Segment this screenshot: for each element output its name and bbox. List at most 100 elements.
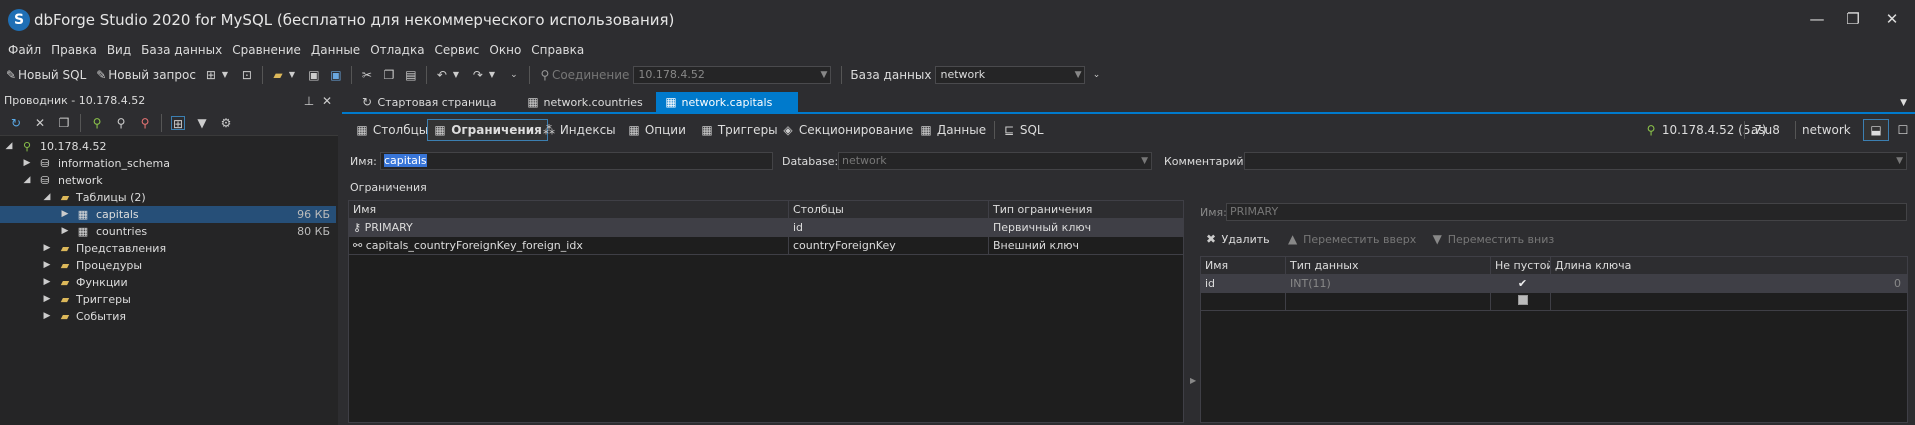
column-header-columns[interactable]: Столбцы [789,201,989,219]
disconnect-icon[interactable]: ⚲ [138,116,152,130]
menu-window[interactable]: Окно [487,40,523,60]
column-header-name[interactable]: Имя [1201,257,1286,275]
undo-button[interactable]: ↶ ▼ [431,64,467,86]
menu-edit[interactable]: Правка [49,40,99,60]
collapse-icon[interactable]: ◢ [22,172,32,189]
tree-item-functions[interactable]: ▶ ▰ Функции [0,274,336,291]
tab-columns[interactable]: ▦ Столбцы [349,119,434,141]
new-connection-icon[interactable]: ⚲ [90,116,104,130]
tab-network-countries[interactable]: ▦ network.countries [518,92,651,114]
connection-select[interactable]: 10.178.4.52 ▼ [633,66,832,84]
expand-panel-icon[interactable]: ▶ [1190,376,1196,385]
not-null-checkbox[interactable] [1491,293,1551,311]
expand-icon[interactable]: ▶ [60,223,70,240]
menu-debug[interactable]: Отладка [368,40,426,60]
menu-data[interactable]: Данные [309,40,362,60]
tree-item-events[interactable]: ▶ ▰ События [0,308,336,325]
tab-options[interactable]: ▦ Опции [621,119,692,141]
tab-indexes[interactable]: ⁂ Индексы [536,119,622,141]
close-icon[interactable]: ✕ [320,94,334,108]
tab-triggers[interactable]: ▦ Триггеры [694,119,784,141]
expand-icon[interactable]: ▶ [22,155,32,172]
database-select[interactable]: network ▼ [838,152,1152,170]
tree-item-procedures[interactable]: ▶ ▰ Процедуры [0,257,336,274]
new-object-button[interactable]: ⊞ ▼ [200,64,236,86]
new-item-button[interactable]: ⊡ [236,64,258,86]
table-name-input[interactable]: capitals [380,152,773,170]
column-header-datatype[interactable]: Тип данных [1286,257,1491,275]
tab-data[interactable]: ▦ Данные [913,119,992,141]
expand-icon[interactable]: ▶ [42,308,52,325]
refresh-icon[interactable]: ↻ [9,116,23,130]
new-sql-button[interactable]: ✎ Новый SQL [0,64,90,86]
constraint-type-cell[interactable]: Внешний ключ [989,237,1184,255]
minimize-button[interactable]: — [1802,8,1832,30]
not-null-checkbox[interactable]: ✔ [1491,275,1551,293]
key-length-cell[interactable]: 0 [1551,275,1908,293]
expand-icon[interactable]: ▶ [42,291,52,308]
menu-tools[interactable]: Сервис [433,40,482,60]
constraint-type-cell[interactable]: Первичный ключ [989,219,1184,237]
constraint-name-cell[interactable]: ⚷ PRIMARY [349,219,789,237]
column-header-notnull[interactable]: Не пустой [1491,257,1551,275]
column-header-name[interactable]: Имя [349,201,789,219]
tree-item-network[interactable]: ◢ ⛁ network [0,172,336,189]
close-button[interactable]: ✕ [1877,8,1907,30]
detail-name-input[interactable]: PRIMARY [1226,203,1907,221]
move-down-button[interactable]: ▼ Переместить вниз [1430,232,1555,246]
tree-item-information-schema[interactable]: ▶ ⛁ information_schema [0,155,336,172]
database-select[interactable]: network ▼ [935,66,1086,84]
toolbar-options-button[interactable]: ⌄ [503,64,525,86]
connect-icon[interactable]: ⚲ [114,116,128,130]
tree-item-triggers[interactable]: ▶ ▰ Триггеры [0,291,336,308]
column-header-keylength[interactable]: Длина ключа [1551,257,1908,275]
menu-database[interactable]: База данных [139,40,224,60]
open-button[interactable]: ▰ ▼ [267,64,303,86]
layout-full-icon[interactable]: ☐ [1891,119,1915,141]
delete-button[interactable]: ✖ Удалить [1204,232,1270,246]
tab-constraints[interactable]: ▦ Ограничения [427,119,548,141]
layout-bottom-icon[interactable]: ⬓ [1863,119,1889,141]
expand-icon[interactable]: ▶ [42,274,52,291]
save-button[interactable]: ▣ [303,64,325,86]
expand-icon[interactable]: ▶ [60,206,70,223]
toolbar-options-button[interactable]: ⌄ [1085,64,1107,86]
collapse-icon[interactable]: ◢ [42,189,52,206]
key-column-name-cell[interactable] [1201,293,1286,311]
tab-sql[interactable]: ⊑ SQL [996,119,1050,141]
tab-partitioning[interactable]: ◈ Секционирование [775,119,919,141]
copy-button[interactable]: ❐ [378,64,400,86]
menu-compare[interactable]: Сравнение [230,40,303,60]
settings-icon[interactable]: ⚙ [219,116,233,130]
tree-item-server[interactable]: ◢ ⚲ 10.178.4.52 [0,138,336,155]
filter-objects-icon[interactable]: ⊞ [171,115,185,131]
redo-button[interactable]: ↷ ▼ [467,64,503,86]
menu-view[interactable]: Вид [105,40,133,60]
delete-icon[interactable]: ✕ [33,116,47,130]
tree-item-views[interactable]: ▶ ▰ Представления [0,240,336,257]
connection-button[interactable]: ⚲ Соединение [534,64,633,86]
collapse-icon[interactable]: ◢ [4,138,14,155]
expand-icon[interactable]: ▶ [42,240,52,257]
key-column-type-cell[interactable] [1286,293,1491,311]
constraint-columns-cell[interactable]: id [789,219,989,237]
tab-start-page[interactable]: ↻ Стартовая страница [352,92,505,114]
filter-icon[interactable]: ▼ [195,116,209,130]
key-column-name-cell[interactable]: id [1201,275,1286,293]
key-column-type-cell[interactable]: INT(11) [1286,275,1491,293]
pin-icon[interactable]: ⊥ [302,94,316,108]
tree-item-countries[interactable]: ▶ ▦ countries 80 КБ [0,223,336,240]
key-length-cell[interactable] [1551,293,1908,311]
tree-item-tables[interactable]: ◢ ▰ Таблицы (2) [0,189,336,206]
save-all-button[interactable]: ▣ [325,64,347,86]
tab-list-icon[interactable]: ▼ [1892,92,1915,114]
duplicate-icon[interactable]: ❐ [57,116,71,130]
tab-network-capitals[interactable]: ▦ network.capitals ✕ [656,92,798,131]
constraint-columns-cell[interactable]: countryForeignKey [789,237,989,255]
menu-file[interactable]: Файл [6,40,43,60]
tree-item-capitals[interactable]: ▶ ▦ capitals 96 КБ [0,206,336,223]
restore-button[interactable]: ❐ [1838,8,1868,30]
comment-input[interactable]: ▼ [1244,152,1907,170]
expand-icon[interactable]: ▶ [42,257,52,274]
new-query-button[interactable]: ✎ Новый запрос [90,64,200,86]
